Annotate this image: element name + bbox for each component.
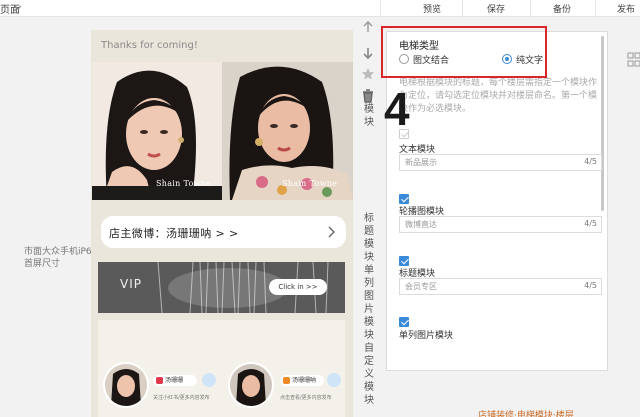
- avatar[interactable]: [103, 362, 149, 408]
- toolbar-divider: [530, 0, 531, 17]
- toolbar-divider: [462, 0, 463, 17]
- move-up-icon[interactable]: [361, 20, 375, 34]
- floor-name-input[interactable]: [399, 278, 602, 295]
- publish-button[interactable]: 发布: [617, 2, 635, 15]
- screen-size-label: 市面大众手机iP6首屏尺寸: [24, 247, 92, 269]
- card-name-right: 汤珊珊呐: [280, 375, 324, 386]
- char-counter: 4/5: [584, 157, 597, 166]
- top-toolbar: 页面 预览 保存 备份 发布: [0, 0, 640, 17]
- card-caption-left: 关注小红书/更多内容发布: [153, 395, 210, 401]
- thanks-text: Thanks for coming!: [101, 40, 198, 51]
- photo-right[interactable]: Shain Towne: [222, 62, 353, 200]
- step-number-annotation: 4: [384, 83, 410, 135]
- weibo-link-bar[interactable]: 店主微博：汤珊珊呐 > >: [101, 216, 346, 248]
- photo-watermark-right: Shain Towne: [282, 179, 338, 188]
- search-icon[interactable]: [202, 373, 216, 387]
- panel-scrollbar[interactable]: [601, 36, 604, 211]
- chevron-right-icon: [328, 226, 335, 238]
- bottom-partial-text: 店铺装修·电梯模块·楼层: [478, 411, 574, 417]
- module-checkbox[interactable]: [399, 256, 409, 266]
- highlight-box: [381, 26, 547, 78]
- weibo-logo-icon: [156, 377, 163, 384]
- floor-name-input[interactable]: [399, 154, 602, 171]
- module-label: 单列图片模块: [399, 331, 454, 341]
- tab-module[interactable]: 模块: [363, 103, 375, 129]
- card-caption-right: 点击查看/更多内容发布: [280, 395, 332, 401]
- toolbar-divider: [595, 0, 596, 17]
- card-name-left: 汤珊珊: [153, 375, 197, 386]
- taobao-logo-icon: [283, 377, 290, 384]
- elevator-config-panel: 电梯类型 图文结合 纯文字 电梯根据模块的标题，每个楼层需指定一个模块作为定位，…: [386, 31, 608, 371]
- vip-text: VIP: [120, 277, 142, 291]
- grid-icon[interactable]: [627, 52, 640, 70]
- tab-module-list[interactable]: 标题模块单列图片模块自定义模块: [363, 212, 375, 406]
- avatar[interactable]: [228, 362, 274, 408]
- toolbar-divider: [380, 0, 381, 17]
- preview-button[interactable]: 预览: [423, 2, 441, 15]
- weibo-link-text: 店主微博：汤珊珊呐 > >: [109, 227, 239, 240]
- move-down-icon[interactable]: [361, 46, 375, 60]
- photo-watermark-left: Shain Towne: [156, 179, 212, 188]
- star-icon[interactable]: [361, 67, 375, 81]
- backup-button[interactable]: 备份: [553, 2, 571, 15]
- profile-cards: 汤珊珊 关注小红书/更多内容发布 汤珊珊呐 点击查看/更多内容发布: [98, 320, 345, 417]
- module-checkbox[interactable]: [399, 317, 409, 327]
- search-icon[interactable]: [327, 373, 341, 387]
- char-counter: 4/5: [584, 281, 597, 290]
- click-in-button[interactable]: Click in >>: [269, 279, 327, 295]
- chevron-down-icon[interactable]: [13, 3, 23, 13]
- floor-name-input[interactable]: [399, 216, 602, 233]
- module-checkbox[interactable]: [399, 194, 409, 204]
- char-counter: 4/5: [584, 219, 597, 228]
- photo-left[interactable]: Shain Towne: [92, 62, 222, 200]
- elevator-description: 电梯根据模块的标题，每个楼层需指定一个模块作为定位，请勾选定位模块并对楼层命名。…: [399, 78, 598, 114]
- vip-banner[interactable]: VIP Click in >>: [98, 262, 345, 313]
- phone-preview: Thanks for coming! Shain Towne Shain Tow…: [91, 30, 353, 417]
- trash-icon[interactable]: [361, 89, 375, 103]
- save-button[interactable]: 保存: [487, 2, 505, 15]
